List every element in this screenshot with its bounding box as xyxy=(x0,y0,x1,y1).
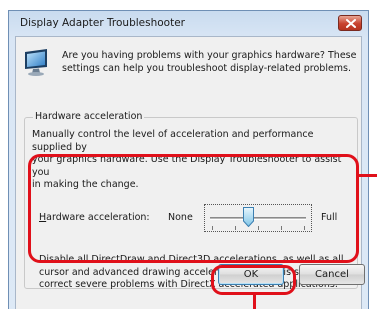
cancel-button[interactable]: Cancel xyxy=(299,264,365,285)
close-button[interactable] xyxy=(338,15,362,31)
highlight-ok-box xyxy=(211,265,296,295)
title-bar[interactable]: Display Adapter Troubleshooter xyxy=(9,11,368,36)
monitor-icon xyxy=(25,49,47,76)
intro-line: Are you having problems with your graphi… xyxy=(62,50,357,61)
intro-line: settings can help you troubleshoot displ… xyxy=(62,63,352,74)
group-legend: Hardware acceleration xyxy=(33,111,145,122)
window-title: Display Adapter Troubleshooter xyxy=(20,17,185,29)
description-line: Manually control the level of accelerati… xyxy=(32,129,314,153)
close-icon xyxy=(346,19,356,28)
intro-text: Are you having problems with your graphi… xyxy=(62,49,358,75)
highlight-settings-box xyxy=(28,154,359,263)
callout-connector-down xyxy=(253,294,256,309)
callout-connector-right xyxy=(358,174,377,177)
